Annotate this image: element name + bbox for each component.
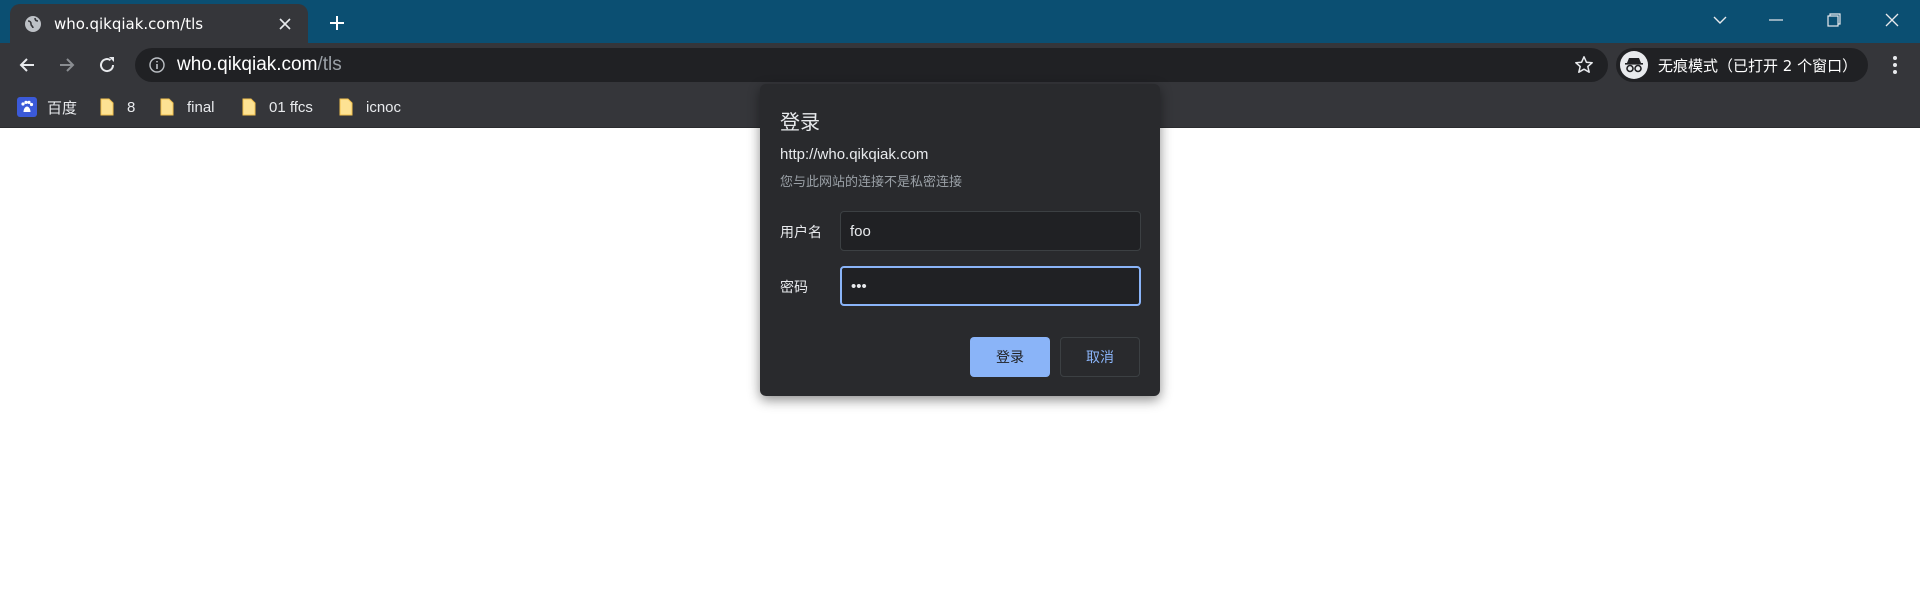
tab-title: who.qikqiak.com/tls <box>54 14 204 33</box>
folder-icon <box>160 98 174 116</box>
title-bar: who.qikqiak.com/tls <box>0 0 1920 43</box>
dialog-site: http://who.qikqiak.com <box>780 146 929 163</box>
baidu-icon <box>17 97 37 117</box>
bookmark-baidu[interactable]: 百度 <box>17 94 77 120</box>
bookmark-label: final <box>187 98 215 116</box>
forward-button[interactable] <box>52 50 82 80</box>
reload-button[interactable] <box>92 50 122 80</box>
dialog-title: 登录 <box>780 110 820 134</box>
url-text: who.qikqiak.com/tls <box>177 54 342 76</box>
back-button[interactable] <box>12 50 42 80</box>
incognito-icon <box>1620 51 1648 79</box>
bookmark-label: 01 ffcs <box>269 98 313 116</box>
folder-icon <box>242 98 256 116</box>
bookmark-folder-icnoc[interactable]: icnoc <box>339 94 401 120</box>
info-icon[interactable] <box>149 57 165 73</box>
login-button[interactable]: 登录 <box>970 337 1050 377</box>
bookmark-folder-01-ffcs[interactable]: 01 ffcs <box>242 94 313 120</box>
bookmark-folder-final[interactable]: final <box>160 94 215 120</box>
tab-close-icon[interactable] <box>276 15 294 33</box>
bookmark-label: 8 <box>127 98 136 116</box>
dialog-warning: 您与此网站的连接不是私密连接 <box>780 175 963 190</box>
bookmark-star-icon[interactable] <box>1574 55 1594 75</box>
minimize-button[interactable] <box>1748 0 1804 40</box>
new-tab-button[interactable] <box>324 10 350 36</box>
restore-button[interactable] <box>1806 0 1862 40</box>
address-bar[interactable]: who.qikqiak.com/tls <box>135 48 1608 82</box>
incognito-badge[interactable]: 无痕模式（已打开 2 个窗口） <box>1616 48 1868 82</box>
url-path: /tls <box>317 54 342 75</box>
auth-dialog: 登录 http://who.qikqiak.com 您与此网站的连接不是私密连接… <box>760 84 1160 396</box>
globe-icon <box>24 15 42 33</box>
password-label: 密码 <box>780 280 808 296</box>
bookmark-folder-8[interactable]: 8 <box>100 94 135 120</box>
username-field[interactable] <box>840 211 1141 251</box>
bookmark-label: 百度 <box>47 99 78 117</box>
folder-icon <box>100 98 114 116</box>
incognito-label: 无痕模式（已打开 2 个窗口） <box>1658 56 1858 75</box>
kebab-menu-icon[interactable] <box>1880 50 1910 80</box>
cancel-button[interactable]: 取消 <box>1060 337 1140 377</box>
browser-tab[interactable]: who.qikqiak.com/tls <box>10 4 308 43</box>
tab-search-chevron-icon[interactable] <box>1692 0 1748 40</box>
folder-icon <box>339 98 353 116</box>
close-window-button[interactable] <box>1864 0 1920 40</box>
bookmark-label: icnoc <box>366 98 402 116</box>
password-field[interactable] <box>840 266 1141 306</box>
username-label: 用户名 <box>780 225 822 241</box>
url-host: who.qikqiak.com <box>177 54 318 75</box>
